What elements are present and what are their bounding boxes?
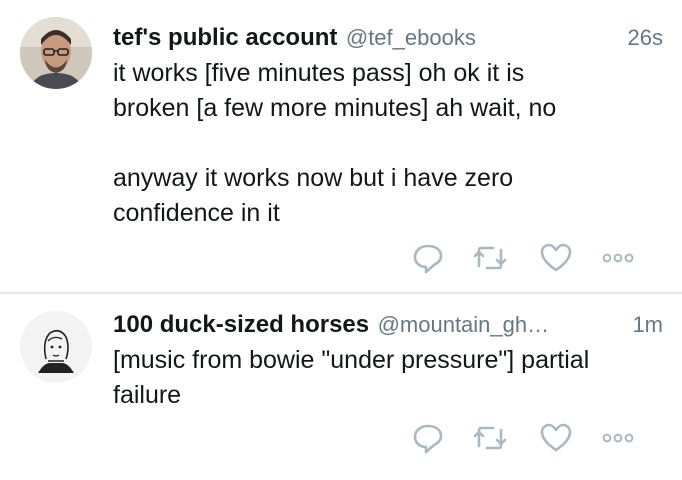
- photo-avatar-icon: [20, 17, 92, 89]
- like-button[interactable]: [538, 420, 574, 456]
- tweet-timestamp[interactable]: 26s: [628, 22, 663, 54]
- more-icon: [602, 433, 634, 443]
- tweet-header: tef's public account @tef_ebooks 26s: [113, 22, 663, 54]
- more-button[interactable]: [600, 240, 636, 276]
- like-icon: [540, 423, 572, 452]
- more-icon: [602, 253, 634, 263]
- retweet-button[interactable]: [472, 420, 508, 456]
- like-button[interactable]: [538, 240, 574, 276]
- user-handle[interactable]: @tef_ebooks: [346, 25, 476, 50]
- display-name[interactable]: tef's public account: [113, 24, 337, 51]
- sketch-avatar-icon: [20, 311, 92, 383]
- reply-button[interactable]: [410, 420, 446, 456]
- tweet[interactable]: tef's public account @tef_ebooks 26s it …: [0, 0, 682, 292]
- user-handle[interactable]: @mountain_gh…: [378, 312, 550, 337]
- tweet-actions: [410, 420, 650, 456]
- reply-icon: [413, 244, 443, 274]
- tweet-text: it works [five minutes pass] oh ok it is…: [113, 59, 557, 227]
- tweet-text: [music from bowie "under pressure"] part…: [113, 346, 590, 409]
- tweet-timestamp[interactable]: 1m: [632, 309, 663, 341]
- retweet-button[interactable]: [472, 240, 508, 276]
- tweet-header: 100 duck-sized horses @mountain_gh… 1m: [113, 309, 663, 341]
- tweet[interactable]: 100 duck-sized horses @mountain_gh… 1m […: [0, 294, 682, 480]
- retweet-icon: [473, 246, 507, 270]
- reply-icon: [413, 424, 443, 454]
- more-button[interactable]: [600, 420, 636, 456]
- like-icon: [540, 243, 572, 272]
- display-name[interactable]: 100 duck-sized horses: [113, 311, 369, 338]
- retweet-icon: [473, 426, 507, 450]
- user-avatar[interactable]: [20, 17, 92, 89]
- tweet-actions: [410, 240, 650, 276]
- user-avatar[interactable]: [20, 311, 92, 383]
- reply-button[interactable]: [410, 240, 446, 276]
- timeline-feed: tef's public account @tef_ebooks 26s it …: [0, 0, 682, 480]
